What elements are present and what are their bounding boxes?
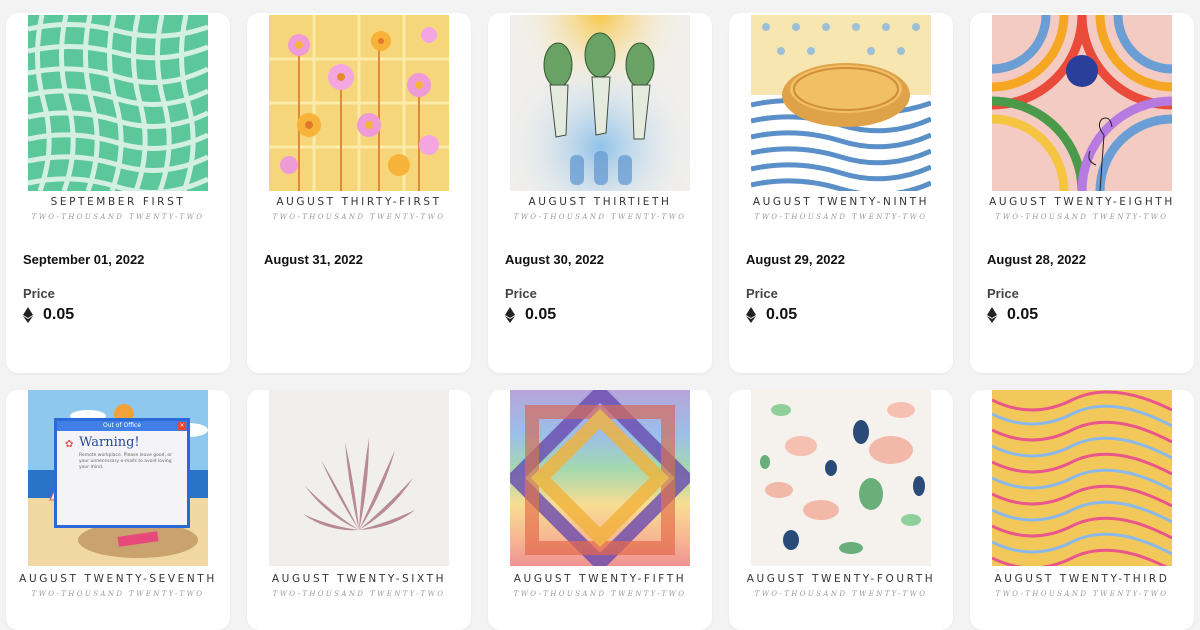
artwork-title: AUGUST THIRTIETH [528,196,672,208]
ethereum-icon [505,307,515,323]
artwork-title: AUGUST TWENTY-NINTH [752,196,930,208]
artwork-subtitle: TWO-THOUSAND TWENTY-TWO [31,590,205,598]
artwork-pink-palm-leaf [269,390,449,566]
price-label: Price [505,286,537,301]
price-amount: 0.05 [766,306,798,323]
artwork-rainbow-arches [992,15,1172,191]
artwork-subtitle: TWO-THOUSAND TWENTY-TWO [272,213,446,221]
artwork-title: AUGUST TWENTY-FOURTH [746,573,936,585]
ethereum-icon [23,307,33,323]
artwork-subtitle: TWO-THOUSAND TWENTY-TWO [513,590,687,598]
artwork-title: AUGUST TWENTY-EIGHTH [989,196,1175,208]
nft-card-aug-28[interactable]: AUGUST TWENTY-EIGHTH TWO-THOUSAND TWENTY… [970,13,1194,373]
artwork-title: AUGUST TWENTY-THIRD [994,573,1170,585]
mint-date: September 01, 2022 [23,252,145,267]
mint-date: August 31, 2022 [264,252,363,267]
artwork-rainbow-squares [510,390,690,566]
mint-date: August 30, 2022 [505,252,604,267]
price-value: 0.05 [987,306,1038,324]
price-label: Price [987,286,1019,301]
price-amount: 0.05 [43,306,75,323]
ethereum-icon [987,307,997,323]
nft-card-aug-30[interactable]: AUGUST THIRTIETH TWO-THOUSAND TWENTY-TWO… [488,13,712,373]
price-value: 0.05 [746,306,797,324]
popup-title: Out of Office [103,422,141,429]
artwork-subtitle: TWO-THOUSAND TWENTY-TWO [31,213,205,221]
ethereum-icon [746,307,756,323]
artwork-yellow-flowers [269,15,449,191]
nft-card-sep-01[interactable]: SEPTEMBER FIRST TWO-THOUSAND TWENTY-TWO … [6,13,230,373]
nft-card-aug-26[interactable]: AUGUST TWENTY-SIXTH TWO-THOUSAND TWENTY-… [247,390,471,630]
nft-card-aug-27[interactable]: Out of Office × ✿ Warning! Remote workpl… [6,390,230,630]
popup-window: Out of Office × ✿ Warning! Remote workpl… [54,418,190,528]
artwork-subtitle: TWO-THOUSAND TWENTY-TWO [272,590,446,598]
popup-heading: Warning! [79,435,140,450]
nft-card-aug-31[interactable]: AUGUST THIRTY-FIRST TWO-THOUSAND TWENTY-… [247,13,471,373]
nft-card-aug-23[interactable]: AUGUST TWENTY-THIRD TWO-THOUSAND TWENTY-… [970,390,1194,630]
artwork-watercolor-terrazzo [751,390,931,566]
warning-icon: ✿ [65,439,74,450]
nft-card-aug-25[interactable]: AUGUST TWENTY-FIFTH TWO-THOUSAND TWENTY-… [488,390,712,630]
artwork-pie-tablecloth [751,15,931,191]
artwork-subtitle: TWO-THOUSAND TWENTY-TWO [995,213,1169,221]
artwork-subtitle: TWO-THOUSAND TWENTY-TWO [995,590,1169,598]
nft-card-aug-24[interactable]: AUGUST TWENTY-FOURTH TWO-THOUSAND TWENTY… [729,390,953,630]
artwork-subtitle: TWO-THOUSAND TWENTY-TWO [754,590,928,598]
artwork-title: AUGUST TWENTY-SIXTH [271,573,447,585]
artwork-title: AUGUST THIRTY-FIRST [276,196,442,208]
artwork-subtitle: TWO-THOUSAND TWENTY-TWO [513,213,687,221]
artwork-title: SEPTEMBER FIRST [50,196,186,208]
artwork-title: AUGUST TWENTY-SEVENTH [19,573,217,585]
artwork-subtitle: TWO-THOUSAND TWENTY-TWO [754,213,928,221]
nft-card-aug-29[interactable]: AUGUST TWENTY-NINTH TWO-THOUSAND TWENTY-… [729,13,953,373]
close-icon: × [178,422,186,430]
artwork-bok-choy [510,15,690,191]
price-value: 0.05 [23,306,74,324]
price-value: 0.05 [505,306,556,324]
artwork-title: AUGUST TWENTY-FIFTH [513,573,687,585]
artwork-rainbow-marble [992,390,1172,566]
price-label: Price [23,286,55,301]
artwork-green-wave-grid [28,15,208,191]
mint-date: August 29, 2022 [746,252,845,267]
price-amount: 0.05 [525,306,557,323]
popup-titlebar: Out of Office × [57,421,187,431]
mint-date: August 28, 2022 [987,252,1086,267]
price-amount: 0.05 [1007,306,1039,323]
price-label: Price [746,286,778,301]
popup-body: Remote workplace. Please leave good, or … [79,453,173,470]
